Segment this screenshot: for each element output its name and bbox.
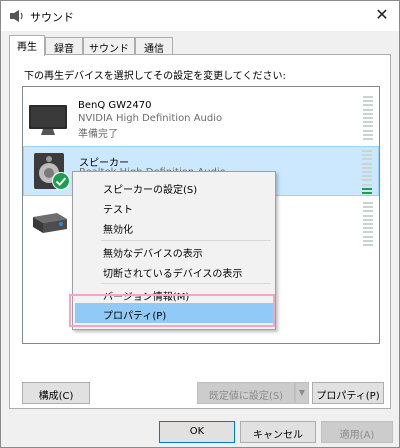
instruction-text: 下の再生デバイスを選択してその設定を変更してください: [24, 71, 286, 82]
set-default-dropdown[interactable]: ▼ [295, 382, 309, 404]
menu-item-show-disabled[interactable]: 無効なデバイスの表示 [75, 241, 273, 261]
volume-meter [363, 202, 373, 246]
volume-meter [363, 96, 373, 140]
check-icon [52, 172, 70, 190]
monitor-icon [29, 105, 67, 135]
menu-item-about[interactable]: バージョン情報(M) [75, 284, 273, 304]
device-status: 準備完了 [78, 129, 118, 140]
device-name: BenQ GW2470 [78, 100, 152, 111]
chevron-down-icon: ▼ [298, 388, 306, 397]
configure-button[interactable]: 構成(C) [22, 382, 90, 404]
close-icon: ✕ [375, 5, 389, 24]
tab-recording[interactable]: 録音 [45, 37, 83, 55]
apply-button[interactable]: 適用(A) [321, 421, 393, 443]
tab-sounds[interactable]: サウンド [83, 37, 135, 55]
tab-playback[interactable]: 再生 [9, 35, 45, 56]
sound-dialog: サウンド ✕ 再生 録音 サウンド 通信 下の再生デバイスを選択してその設定を変… [0, 0, 400, 448]
menu-item-properties[interactable]: プロパティ(P) [75, 303, 273, 323]
list-item[interactable]: BenQ GW2470 NVIDIA High Definition Audio… [23, 93, 379, 143]
menu-item-disable[interactable]: 無効化 [75, 217, 273, 237]
speaker-icon [10, 10, 23, 22]
menu-item-speaker-setup[interactable]: スピーカーの設定(S) [75, 177, 273, 197]
title-bar: サウンド ✕ [1, 1, 399, 31]
volume-meter [362, 150, 372, 194]
ok-button[interactable]: OK [159, 421, 235, 443]
tab-communications[interactable]: 通信 [135, 37, 173, 55]
cancel-button[interactable]: キャンセル [240, 421, 316, 443]
menu-item-show-disconnected[interactable]: 切断されているデバイスの表示 [75, 261, 273, 281]
properties-button[interactable]: プロパティ(P) [312, 382, 384, 404]
context-menu: スピーカーの設定(S) テスト 無効化 無効なデバイスの表示 切断されているデバ… [72, 171, 276, 330]
device-driver: NVIDIA High Definition Audio [78, 113, 223, 124]
receiver-icon [33, 213, 67, 233]
set-default-button[interactable]: 既定値に設定(S) [197, 382, 295, 404]
menu-item-test[interactable]: テスト [75, 197, 273, 217]
window-title: サウンド [30, 11, 74, 24]
close-button[interactable]: ✕ [365, 1, 399, 31]
